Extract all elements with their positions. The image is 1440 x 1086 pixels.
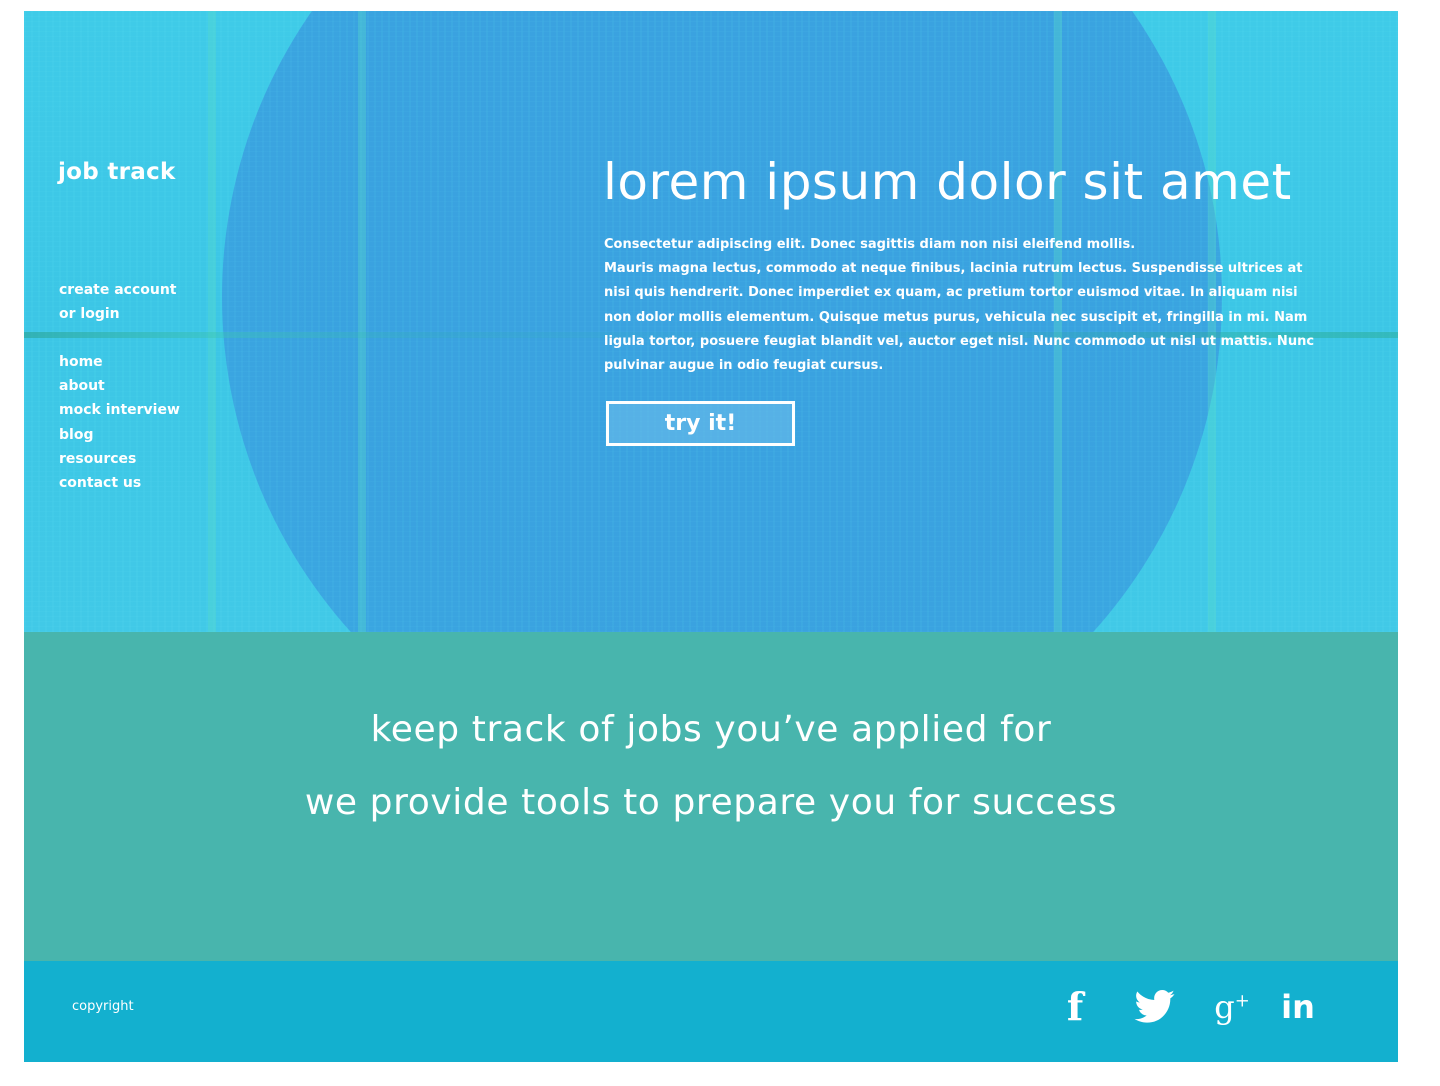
twitter-icon[interactable] [1130,983,1180,1031]
nav-item-blog[interactable]: blog [59,423,180,447]
tagline-section: keep track of jobs you’ve applied for we… [24,632,1398,961]
hero-stripe [208,11,216,632]
google-plus-icon[interactable]: g+ [1212,983,1252,1031]
copyright-text: copyright [72,999,134,1014]
hero-section: job track create account or login home a… [24,11,1398,632]
nav-item-mock-interview[interactable]: mock interview [59,398,180,422]
nav-item-resources[interactable]: resources [59,447,180,471]
login-link[interactable]: or login [59,302,209,326]
create-account-link[interactable]: create account [59,278,209,302]
hero-description: Consectetur adipiscing elit. Donec sagit… [604,233,1324,378]
hero-body-text: Mauris magna lectus, commodo at neque fi… [604,261,1315,374]
auth-link[interactable]: create account or login [59,278,209,326]
main-nav: home about mock interview blog resources… [59,350,180,495]
hero-stripe [358,11,366,632]
facebook-icon[interactable]: f [1060,983,1090,1031]
page-frame: job track create account or login home a… [24,11,1398,1062]
tagline-line-2: we provide tools to prepare you for succ… [304,782,1118,823]
nav-item-about[interactable]: about [59,374,180,398]
linkedin-icon[interactable]: in [1280,983,1316,1031]
nav-item-contact-us[interactable]: contact us [59,471,180,495]
tagline-line-1: keep track of jobs you’ve applied for [370,709,1052,750]
footer: copyright f g+ in [24,961,1398,1062]
nav-item-home[interactable]: home [59,350,180,374]
hero-lead-text: Consectetur adipiscing elit. Donec sagit… [604,237,1136,252]
logo[interactable]: job track [58,159,176,185]
try-it-button[interactable]: try it! [606,401,795,446]
hero-title: lorem ipsum dolor sit amet [603,153,1292,211]
